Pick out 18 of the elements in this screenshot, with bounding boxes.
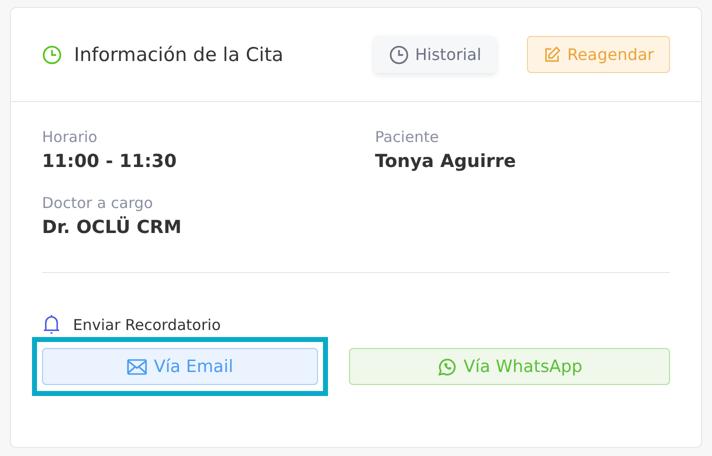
bell-icon [42, 314, 61, 335]
chat-bubble-icon [436, 356, 457, 376]
reminder-title: Enviar Recordatorio [73, 316, 221, 334]
field-label: Horario [42, 128, 98, 146]
email-button[interactable]: Vía Email [42, 348, 318, 385]
field-value: 11:00 - 11:30 [42, 151, 178, 172]
history-button[interactable]: Historial [374, 36, 496, 73]
field-label: Doctor a cargo [42, 194, 154, 212]
edit-icon [543, 46, 562, 64]
reschedule-button[interactable]: Reagendar [527, 36, 670, 73]
whatsapp-button[interactable]: Vía WhatsApp [349, 348, 670, 385]
envelope-icon [126, 358, 147, 374]
field-value: Dr. OCLÜ CRM [42, 217, 183, 238]
field-value: Tonya Aguirre [375, 151, 517, 172]
clock-icon [42, 44, 62, 64]
card-title: Información de la Cita [74, 44, 284, 66]
field-label: Paciente [375, 128, 440, 146]
history-icon [389, 44, 410, 64]
